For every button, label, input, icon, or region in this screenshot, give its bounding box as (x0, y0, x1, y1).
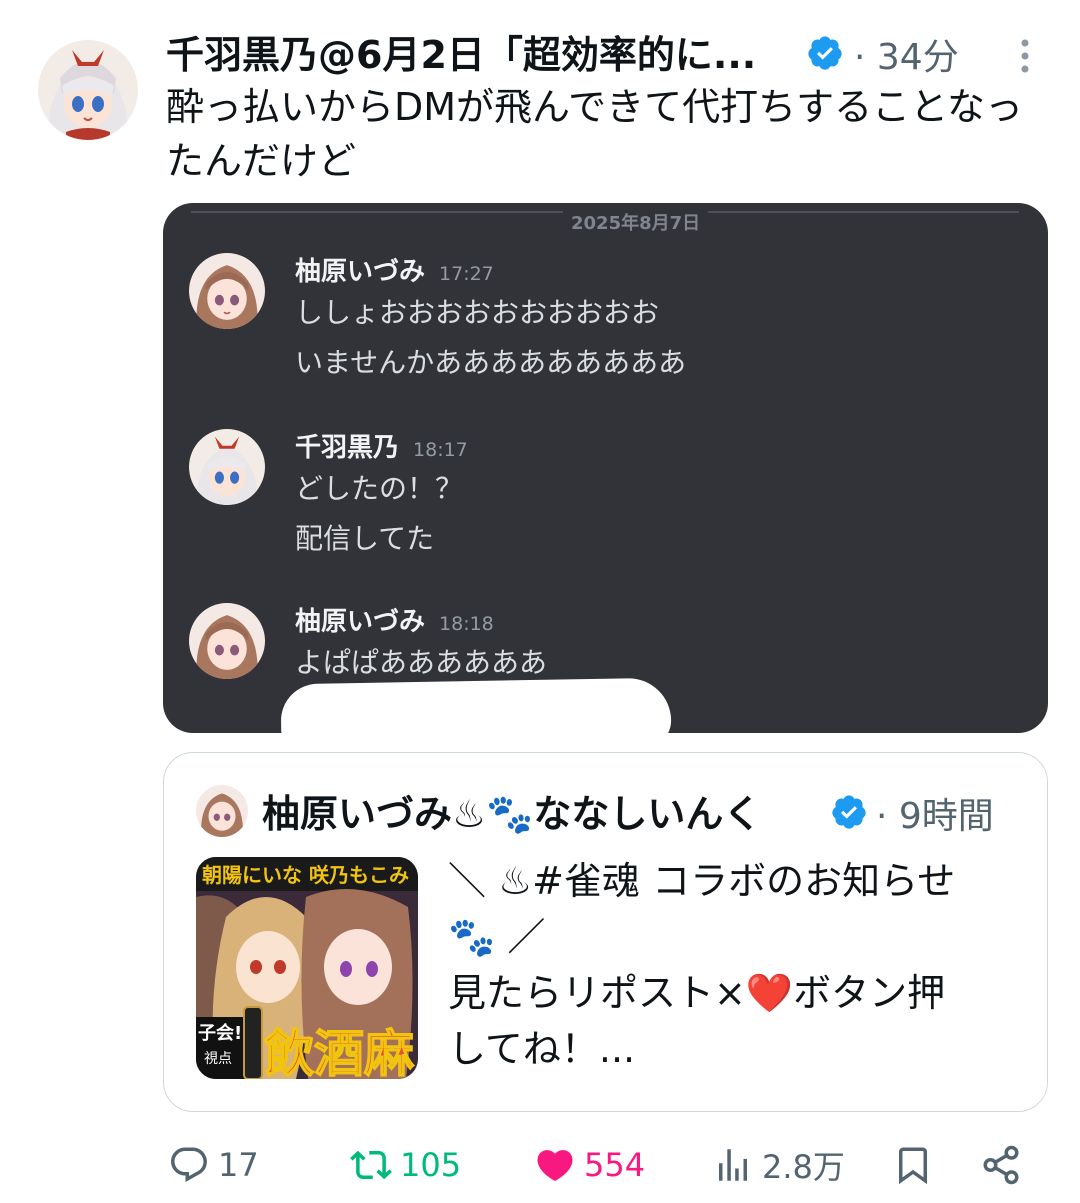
redaction-blob (280, 677, 672, 733)
dm-sender: 千羽黒乃 18:17 (295, 427, 468, 464)
reply-button[interactable]: 17 (168, 1140, 259, 1190)
dm-sender-name: 柚原いづみ (295, 607, 426, 637)
tweet-time: 34分 (876, 37, 959, 78)
quoted-author-name[interactable]: 柚原いづみ♨🐾ななしいんく (262, 783, 761, 838)
dm-message-line: どしたの！？ (295, 472, 464, 505)
dm-message-line: ししょおおおおおおおおおお (295, 296, 660, 329)
retweet-button[interactable]: 105 (350, 1140, 461, 1190)
retweet-count: 105 (400, 1146, 462, 1184)
quoted-time: 9時間 (898, 796, 994, 837)
dm-sender: 柚原いづみ 18:18 (295, 601, 494, 638)
quoted-tweet[interactable]: 柚原いづみ♨🐾ななしいんく · 9時間 朝陽にいな 咲乃もこみ 子会!! 視点 … (163, 752, 1048, 1112)
quoted-text-line: してね！... (448, 1027, 636, 1071)
views-icon (719, 1149, 747, 1181)
date-divider-label: 2025年8月7日 (563, 209, 709, 235)
bookmark-button[interactable] (892, 1140, 942, 1190)
quoted-timestamp[interactable]: · 9時間 (876, 787, 994, 839)
dm-message-line: いませんかあああああああああ (295, 346, 687, 379)
dm-message-line: 配信してた (295, 522, 435, 555)
like-button[interactable]: 554 (534, 1140, 645, 1190)
dm-message-time: 17:27 (439, 263, 494, 285)
tweet-text: 酔っ払いからDMが飛んできて代打ちすることなったんだけど (166, 85, 1024, 183)
dm-message-time: 18:17 (413, 439, 468, 461)
quoted-text-line: 見たらリポスト×❤️ボタン押 (448, 971, 946, 1015)
dm-sender: 柚原いづみ 17:27 (295, 251, 494, 288)
dm-message-line: よぱぱああああああ (295, 646, 548, 679)
more-options-icon[interactable] (1010, 38, 1040, 74)
quoted-author-avatar[interactable] (196, 785, 248, 837)
dm-avatar-kurono (189, 429, 265, 505)
share-button[interactable] (980, 1140, 1030, 1190)
author-name[interactable]: 千羽黒乃@6月2日「超効率的に... (166, 24, 756, 79)
share-icon (983, 1145, 1019, 1185)
date-divider: 2025年8月7日 (191, 209, 1019, 235)
quoted-thumbnail[interactable]: 朝陽にいな 咲乃もこみ 子会!! 視点 飲酒麻 (196, 857, 418, 1079)
heart-icon (537, 1150, 573, 1182)
thumbnail-banner: 朝陽にいな 咲乃もこみ (202, 863, 409, 887)
thumbnail-title: 飲酒麻 (264, 1024, 414, 1079)
attached-image[interactable]: 2025年8月7日 柚原いづみ 17:27 ししょおおおおおおおおおお いませんか… (163, 203, 1048, 733)
dm-message-time: 18:18 (439, 613, 494, 635)
dm-avatar-izumi (189, 603, 265, 679)
reply-icon (171, 1147, 207, 1182)
verified-badge-icon (806, 34, 844, 72)
dm-sender-name: 柚原いづみ (295, 257, 426, 287)
quoted-text: ＼ ♨#雀魂 コラボのお知らせ 🐾 ／ 見たらリポスト×❤️ボタン押 してね！.… (448, 853, 1018, 1077)
quoted-text-line: 🐾 ／ (448, 915, 546, 959)
thumbnail-left: 子会!! (198, 1022, 250, 1044)
tweet-timestamp[interactable]: · 34分 (854, 28, 959, 80)
views-count: 2.8万 (762, 1148, 845, 1186)
retweet-icon (350, 1150, 392, 1180)
thumbnail-sub: 視点 (204, 1051, 232, 1067)
author-avatar[interactable] (38, 40, 138, 140)
dm-sender-name: 千羽黒乃 (295, 433, 400, 463)
dm-avatar-izumi (189, 253, 265, 329)
like-count: 554 (584, 1146, 646, 1184)
bookmark-icon (899, 1147, 927, 1185)
quoted-text-line: ＼ ♨#雀魂 コラボのお知らせ (448, 859, 956, 903)
reply-count: 17 (218, 1146, 259, 1184)
verified-badge-icon (830, 793, 868, 831)
views-button[interactable]: 2.8万 (712, 1140, 845, 1190)
